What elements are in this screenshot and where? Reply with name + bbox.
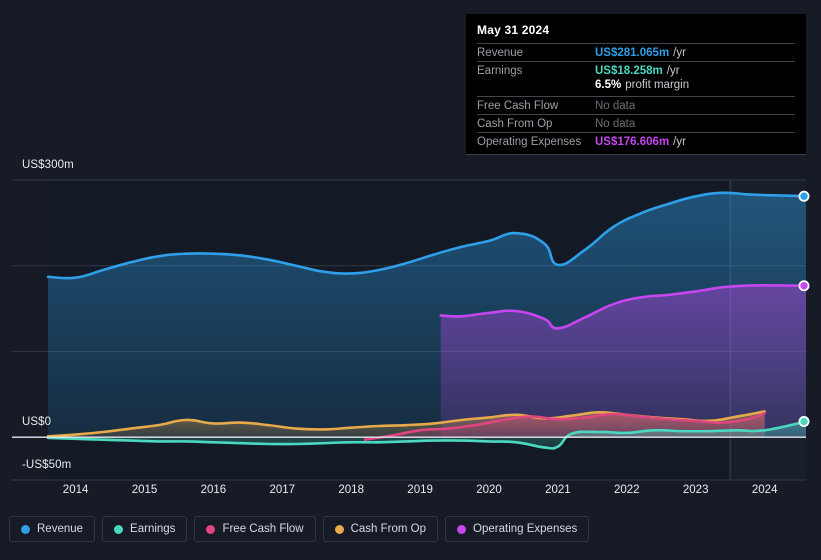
legend-color-dot-icon xyxy=(457,524,467,534)
tooltip-row-value: No data xyxy=(595,118,636,130)
x-axis: 2014 2015 2016 2017 2018 2019 2020 2021 2022 2023… xyxy=(0,484,821,504)
x-axis-tick-2019: 2019 xyxy=(407,484,433,496)
legend-item-label: Operating Expenses xyxy=(473,523,578,535)
tooltip-date: May 31 2024 xyxy=(477,23,550,37)
x-axis-tick-2016: 2016 xyxy=(200,484,227,496)
tooltip-row-label: Free Cash Flow xyxy=(477,100,559,112)
end-marker-operating-expenses xyxy=(798,280,810,292)
x-axis-tick-2020: 2020 xyxy=(476,484,502,496)
x-axis-tick-2021: 2021 xyxy=(545,484,571,496)
y-axis-label-max: US$300m xyxy=(22,159,74,171)
legend-item-earnings[interactable]: Earnings xyxy=(102,516,188,542)
tooltip-row-suffix: profit margin xyxy=(625,79,690,91)
tooltip-row-value: 6.5% xyxy=(595,79,622,91)
legend-item-cash-from-op[interactable]: Cash From Op xyxy=(322,516,439,542)
tooltip-row-value: No data xyxy=(595,100,636,112)
x-axis-tick-2023: 2023 xyxy=(682,484,709,496)
x-axis-tick-2015: 2015 xyxy=(131,484,158,496)
tooltip-row-label: Earnings xyxy=(477,65,523,77)
legend-item-label: Earnings xyxy=(130,523,176,535)
y-axis-label-zero: US$0 xyxy=(22,416,52,428)
x-axis-tick-2018: 2018 xyxy=(338,484,364,496)
tooltip-row: Earnings US$18.258m/yr xyxy=(477,61,795,79)
legend-color-dot-icon xyxy=(114,524,124,534)
legend-color-dot-icon xyxy=(21,524,30,534)
tooltip-row-value: US$18.258m xyxy=(595,65,663,77)
legend-color-dot-icon xyxy=(206,524,216,534)
tooltip-row-suffix: /yr xyxy=(666,65,680,77)
legend-color-dot-icon xyxy=(334,524,344,534)
end-marker-earnings xyxy=(798,415,810,427)
tooltip-row-value: US$281.065m xyxy=(595,47,670,59)
legend-item-label: Revenue xyxy=(37,523,84,535)
tooltip-row: Operating Expenses US$176.606m/yr xyxy=(477,132,795,150)
legend-item-revenue[interactable]: Revenue xyxy=(9,516,96,542)
tooltip-row-suffix: /yr xyxy=(673,136,686,148)
tooltip-row: Cash From Op No data xyxy=(477,114,795,132)
chart-root: US$300m US$0 -US$50m 2014 2015 2016 2017 201… xyxy=(0,0,821,560)
legend-item-label: Cash From Op xyxy=(350,523,427,535)
x-axis-tick-2014: 2014 xyxy=(62,484,89,496)
x-axis-tick-2017: 2017 xyxy=(269,484,296,496)
tooltip-row-label: Cash From Op xyxy=(477,118,553,130)
x-axis-tick-2022: 2022 xyxy=(614,484,640,496)
chart-tooltip: May 31 2024 Revenue US$281.065m/yr Earning… xyxy=(466,14,806,155)
tooltip-row-suffix: /yr xyxy=(673,47,686,59)
legend-item-operating-expenses[interactable]: Operating Expenses xyxy=(445,516,590,542)
tooltip-row-value: US$176.606m xyxy=(595,136,670,148)
end-marker-revenue xyxy=(798,190,810,202)
tooltip-row: Revenue US$281.065m/yr xyxy=(477,43,795,61)
tooltip-row-label: Operating Expenses xyxy=(477,136,582,148)
legend-item-free-cash-flow[interactable]: Free Cash Flow xyxy=(194,516,316,542)
chart-legend: Revenue Earnings Free Cash Flow Cash From O… xyxy=(9,516,590,542)
y-axis-label-min: -US$50m xyxy=(22,459,72,471)
tooltip-row-label: Revenue xyxy=(477,47,524,59)
tooltip-row: Free Cash Flow No data xyxy=(477,96,795,114)
tooltip-row: 6.5% profit margin xyxy=(477,79,795,96)
x-axis-tick-2024: 2024 xyxy=(751,484,778,496)
tooltip-rows: Revenue US$281.065m/yr Earnings US$18.258m /… xyxy=(477,43,795,150)
legend-item-label: Free Cash Flow xyxy=(222,523,304,535)
